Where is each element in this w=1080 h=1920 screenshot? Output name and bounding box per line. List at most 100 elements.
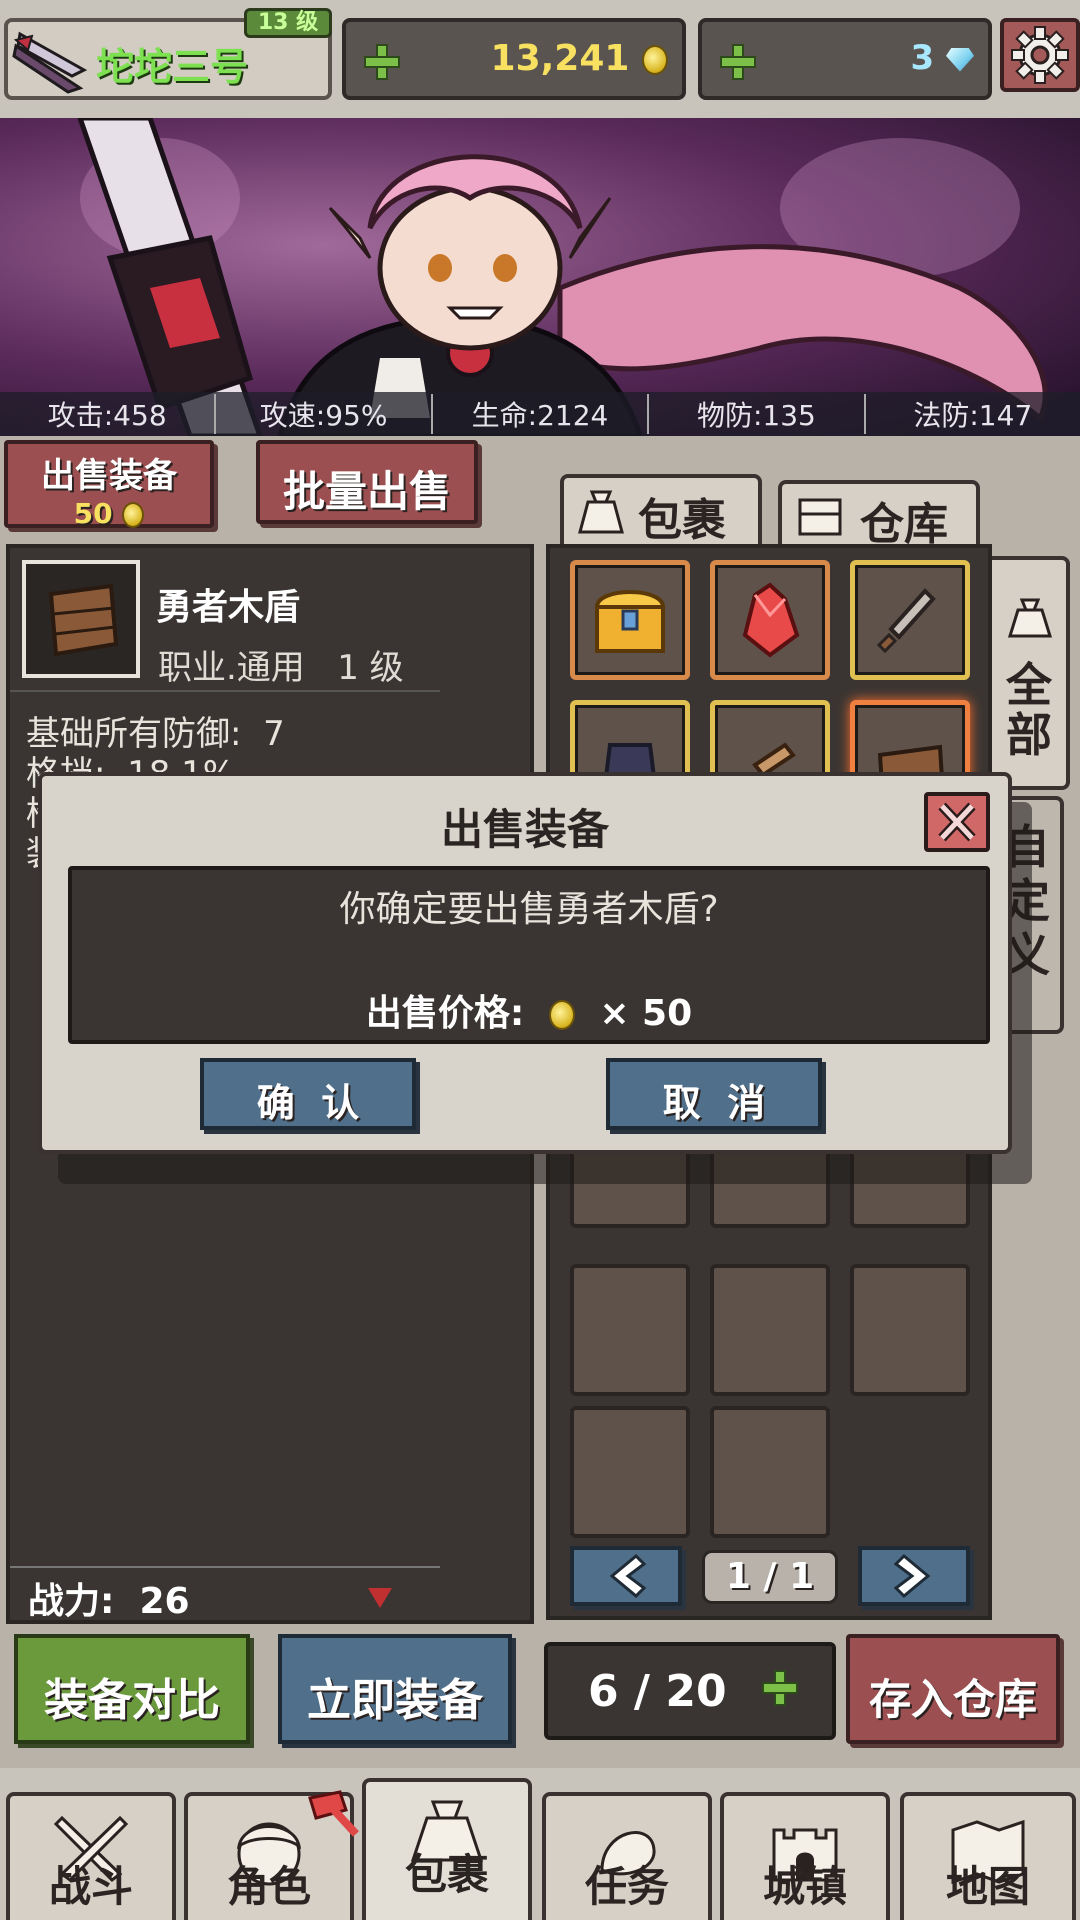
settings-button[interactable]: [1000, 18, 1080, 92]
sell-price: 50: [8, 497, 210, 530]
stat-bar: 攻击:458 攻速:95% 生命:2124 物防:135 法防:147: [0, 392, 1080, 436]
bottom-nav: 战斗 角色 包裹 任务 城镇 地图: [0, 1768, 1080, 1920]
hero-character-art: [77, 118, 1048, 436]
coin-icon: [122, 502, 145, 528]
page-indicator: 1 / 1: [702, 1550, 838, 1604]
dagger-icon: [876, 588, 936, 654]
top-bar: 坨坨三号 13 级 13,241 3: [0, 0, 1080, 118]
gold-box: 13,241: [342, 18, 686, 100]
wooden-shield-icon: [48, 583, 119, 657]
sell-equipment-label: 出售装备: [41, 456, 177, 496]
equip-now-label: 立即装备: [307, 1675, 483, 1726]
arrow-down-icon[interactable]: [368, 1588, 392, 1608]
confirm-label: 确 认: [256, 1081, 360, 1125]
expand-capacity-icon[interactable]: [762, 1670, 810, 1718]
prev-page-button[interactable]: [570, 1546, 682, 1606]
gold-amount: 13,241: [491, 38, 668, 79]
price-value: × 50: [599, 993, 693, 1034]
dialog-body: 你确定要出售勇者木盾? 出售价格: × 50: [68, 866, 990, 1044]
bulk-sell-label: 批量出售: [282, 467, 451, 516]
nav-bag[interactable]: 包裹: [362, 1778, 532, 1920]
dialog-title: 出售装备: [440, 805, 609, 854]
coin-icon: [548, 1000, 575, 1030]
bag-icon: [1008, 598, 1052, 638]
combat-power: 战力: 26: [28, 1581, 190, 1622]
diamond-icon: [946, 47, 974, 72]
nav-town[interactable]: 城镇: [720, 1792, 890, 1920]
dialog-price-row: 出售价格: × 50: [72, 984, 986, 1036]
bag-slot[interactable]: [570, 560, 690, 680]
red-crystal-icon: [742, 582, 800, 658]
equip-now-button[interactable]: 立即装备: [278, 1634, 512, 1744]
cancel-button[interactable]: 取 消: [606, 1058, 822, 1130]
tab-bag-label: 包裹: [638, 495, 726, 546]
bag-slot[interactable]: [570, 1406, 690, 1538]
level-badge: 13 级: [244, 8, 332, 38]
bag-slot[interactable]: [710, 1264, 830, 1396]
divider: [10, 690, 440, 692]
stat-magic-def: 法防:147: [913, 399, 1033, 432]
stat-hp: 生命:2124: [433, 394, 650, 434]
nav-quest-label: 任务: [584, 1862, 669, 1911]
bag-icon: [578, 490, 624, 534]
bag-slot[interactable]: [850, 1264, 970, 1396]
item-name: 勇者木盾: [156, 587, 301, 628]
capacity-box: 6 / 20: [544, 1642, 836, 1740]
item-icon-frame: [22, 560, 140, 678]
capacity-value: 6 / 20: [588, 1666, 727, 1717]
compare-equipment-button[interactable]: 装备对比: [14, 1634, 250, 1744]
hammer-notification-icon: [308, 1790, 359, 1837]
divider: [10, 1566, 440, 1568]
nav-map-label: 地图: [945, 1862, 1030, 1911]
gem-value: 3: [910, 38, 935, 78]
nav-character-label: 角色: [226, 1862, 311, 1911]
nav-battle[interactable]: 战斗: [6, 1792, 176, 1920]
gem-box: 3: [698, 18, 992, 100]
coin-icon: [642, 45, 668, 75]
confirm-button[interactable]: 确 认: [200, 1058, 416, 1130]
sell-equipment-button[interactable]: 出售装备 50: [4, 440, 214, 530]
compare-label: 装备对比: [44, 1675, 220, 1726]
next-page-button[interactable]: [858, 1546, 970, 1606]
nav-map[interactable]: 地图: [900, 1792, 1076, 1920]
bag-slot[interactable]: [710, 560, 830, 680]
bag-slot[interactable]: [570, 1264, 690, 1396]
nav-quest[interactable]: 任务: [542, 1792, 712, 1920]
nav-town-label: 城镇: [762, 1862, 847, 1911]
side-tab-all[interactable]: 全部: [990, 556, 1070, 790]
nav-character[interactable]: 角色: [184, 1790, 359, 1920]
warehouse-icon: [798, 498, 842, 536]
close-icon: [938, 802, 976, 842]
chevron-right-icon: [893, 1553, 931, 1599]
bag-slot[interactable]: [850, 560, 970, 680]
hero-banner: [0, 118, 1080, 436]
bulk-sell-button[interactable]: 批量出售: [256, 440, 478, 524]
side-tab-all-label: 全部: [1006, 658, 1052, 762]
add-gold-icon[interactable]: [364, 44, 400, 80]
store-warehouse-button[interactable]: 存入仓库: [846, 1634, 1060, 1744]
dialog-close-button[interactable]: [924, 792, 990, 852]
nav-bag-label: 包裹: [404, 1850, 489, 1899]
dialog-message: 你确定要出售勇者木盾?: [339, 889, 719, 930]
chevron-left-icon: [609, 1553, 647, 1599]
gold-value: 13,241: [490, 38, 630, 79]
stat-phys-def: 物防:135: [649, 394, 866, 434]
gear-icon: [1011, 26, 1069, 84]
gem-amount: 3: [910, 38, 974, 78]
store-label: 存入仓库: [868, 1675, 1037, 1724]
cancel-label: 取 消: [662, 1081, 766, 1125]
item-class-level: 职业.通用 1 级: [158, 648, 404, 688]
stat-attack-speed: 攻速:95%: [216, 394, 433, 434]
bag-slot[interactable]: [710, 1406, 830, 1538]
sell-confirm-dialog: 出售装备 你确定要出售勇者木盾? 出售价格: × 50 确 认 取 消: [38, 772, 1012, 1154]
sell-price-value: 50: [73, 497, 113, 530]
add-gems-icon[interactable]: [720, 44, 756, 80]
stat-attack: 攻击:458: [0, 394, 217, 434]
player-name: 坨坨三号: [96, 45, 249, 89]
price-label: 出售价格:: [365, 993, 525, 1034]
tab-bag[interactable]: 包裹: [560, 474, 762, 546]
tab-warehouse[interactable]: 仓库: [778, 480, 980, 550]
player-avatar-icon: [12, 31, 88, 94]
treasure-chest-icon: [594, 590, 666, 653]
nav-battle-label: 战斗: [48, 1862, 133, 1911]
